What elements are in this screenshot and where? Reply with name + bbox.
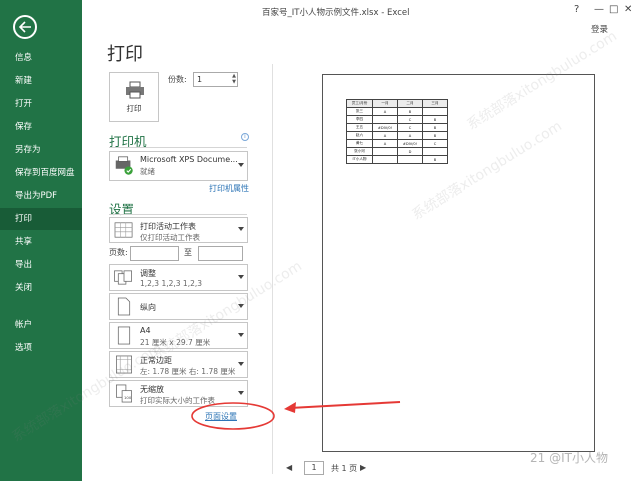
annotation-overlay — [191, 401, 401, 430]
annotation-arrow — [289, 401, 401, 409]
annotation-ellipse — [191, 402, 275, 430]
annotation-arrow-head — [284, 402, 296, 413]
